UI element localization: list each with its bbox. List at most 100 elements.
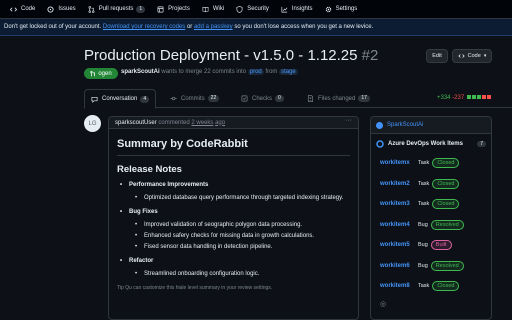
section-title: Bug Fixes (129, 209, 158, 215)
section-title: Performance Improvements (129, 182, 209, 188)
banner-text-2: or (186, 24, 193, 30)
work-item-link[interactable]: workitem8 (380, 283, 416, 289)
comment-time[interactable]: 2 weeks (191, 120, 213, 126)
work-items-list: workitemx Task Closed workitem2 Task Closed wo… (371, 153, 491, 297)
tab-conversation-label: Conversation (102, 96, 138, 102)
status-badge: Resolved (430, 260, 464, 271)
pull-request-icon (88, 5, 95, 13)
kebab-menu-icon[interactable]: ··· (345, 117, 352, 124)
add-passkey-link[interactable]: add a passkey (194, 24, 233, 30)
nav-wiki[interactable]: Wiki (196, 0, 230, 19)
work-item-row: workitem4 Bug Resolved (371, 215, 491, 236)
nav-insights[interactable]: Insights (275, 0, 319, 19)
list-item: Optimized database query performance thr… (129, 194, 350, 203)
work-items-panel: SparkScoutAi Azure DevOps Work Items 7 w… (370, 116, 492, 320)
edit-button[interactable]: Edit (426, 49, 448, 63)
release-notes-heading: Release Notes (117, 164, 182, 175)
list-item: Performance Improvements Optimized datab… (117, 182, 350, 203)
work-item-link[interactable]: workitem5 (380, 242, 416, 248)
tab-checks[interactable]: Checks 0 (241, 89, 284, 108)
list-item: Refactor Streamlined onboarding configur… (117, 258, 350, 279)
diffstat-bar (486, 95, 491, 99)
pr-state-badge: ogen (84, 68, 118, 79)
diffstat-bar (466, 95, 471, 99)
work-item-link[interactable]: workitem4 (380, 222, 416, 228)
code-button[interactable]: Code ▾ (452, 49, 492, 63)
status-badge: Built (430, 240, 452, 251)
nav-settings-label: Settings (335, 6, 358, 12)
section-title: Refactor (129, 258, 154, 264)
nav-pull-requests[interactable]: Pull requests 1 (82, 0, 151, 19)
comment-header: sparkscoutUser commented 2 weeks ago ··· (109, 117, 358, 129)
work-item-type: Task (418, 180, 430, 187)
recovery-codes-link[interactable]: Download your recovery codes (103, 24, 185, 30)
diffstat-deletions: -237 (452, 95, 465, 101)
tab-conversation[interactable]: Conversation 4 (84, 89, 157, 109)
status-badge: Closed (432, 158, 460, 169)
nav-code[interactable]: Code (4, 0, 41, 19)
nav-projects[interactable]: Projects (151, 0, 196, 19)
work-item-type: Bug (418, 262, 428, 269)
status-badge: Closed (432, 178, 460, 189)
work-item-type: Bug (418, 242, 428, 249)
work-items-count: 7 (477, 140, 486, 147)
diffstat-bar (471, 95, 476, 99)
tab-checks-label: Checks (252, 95, 273, 102)
tab-files-changed[interactable]: Files changed 17 (307, 89, 370, 108)
banner-text-1: Don't get locked out of your account. (4, 24, 102, 30)
summary-heading: Summary by CodeRabbit (117, 138, 248, 150)
nav-projects-label: Projects (168, 6, 190, 12)
nav-insights-label: Insights (291, 6, 313, 12)
nav-issues[interactable]: Issues (41, 0, 81, 19)
work-item-type: Bug (418, 221, 428, 228)
repo-nav: Code Issues Pull requests 1 Projects Wik… (0, 0, 512, 19)
pr-author[interactable]: sparkScoutAi (121, 69, 160, 75)
nav-code-label: Code (21, 6, 36, 12)
work-item-row: workitem5 Bug Built (371, 235, 491, 256)
diffstat-additions: +334 (437, 95, 451, 101)
circle-icon: ◎ (380, 300, 387, 308)
diffstat-bar (476, 95, 481, 99)
list-item: Fised sensor data handling in detection … (129, 243, 350, 252)
work-item-row: workitem3 Task Closed (371, 194, 491, 215)
pr-number: #2 (361, 47, 379, 64)
list-item: Streamlined onboarding configuration log… (129, 270, 350, 279)
tab-conversation-count: 4 (140, 95, 150, 103)
nav-issues-label: Issues (58, 6, 76, 12)
issue-icon (47, 5, 54, 13)
work-item-type: Task (418, 283, 430, 290)
list-item: Bug Fixes Improved validation of seograp… (117, 209, 350, 252)
work-item-link[interactable]: workitem2 (380, 181, 416, 187)
work-item-row: workitem8 Task Closed (371, 276, 491, 297)
nav-wiki-label: Wiki (212, 6, 225, 12)
avatar[interactable]: LG (84, 115, 101, 132)
tab-commits-label: Commits (181, 95, 205, 102)
work-item-type: Task (418, 160, 430, 167)
app-name[interactable]: SparkScoutAi (387, 122, 423, 128)
comment-author[interactable]: sparkscoutUser (115, 120, 157, 126)
nav-security[interactable]: Security (230, 0, 275, 19)
pr-title: Production Deployment - v1.5.0 - 1.12.25… (84, 47, 378, 64)
base-branch[interactable]: prod (247, 69, 264, 75)
commit-icon (170, 96, 177, 101)
sub-list: Optimized database query performance thr… (129, 194, 350, 203)
pr-description-comment: sparkscoutUser commented 2 weeks ago ···… (108, 116, 359, 320)
pr-title-text: Production Deployment - v1.5.0 - 1.12.25 (84, 47, 358, 64)
work-item-link[interactable]: workitem3 (380, 201, 416, 207)
head-branch[interactable]: stage (279, 69, 298, 75)
work-item-type: Task (418, 201, 430, 208)
tab-commits[interactable]: Commits 22 (170, 89, 220, 108)
status-badge: Closed (432, 199, 460, 210)
status-badge: Resolved (430, 219, 464, 230)
work-item-link[interactable]: workitem6 (380, 263, 416, 269)
nav-settings[interactable]: Settings (319, 0, 364, 19)
table-icon (157, 6, 164, 12)
list-item: Improved validation of seographic polygo… (129, 221, 350, 230)
pull-request-icon (90, 70, 96, 76)
divider (117, 155, 350, 156)
sub-list: Improved validation of seographic polygo… (129, 221, 350, 252)
work-item-link[interactable]: workitemx (380, 160, 416, 166)
comment-ago[interactable]: ago (215, 120, 225, 126)
nav-pull-requests-label: Pull requests (98, 6, 134, 12)
comment-body: Summary by CodeRabbit Release Notes Perf… (109, 138, 358, 291)
